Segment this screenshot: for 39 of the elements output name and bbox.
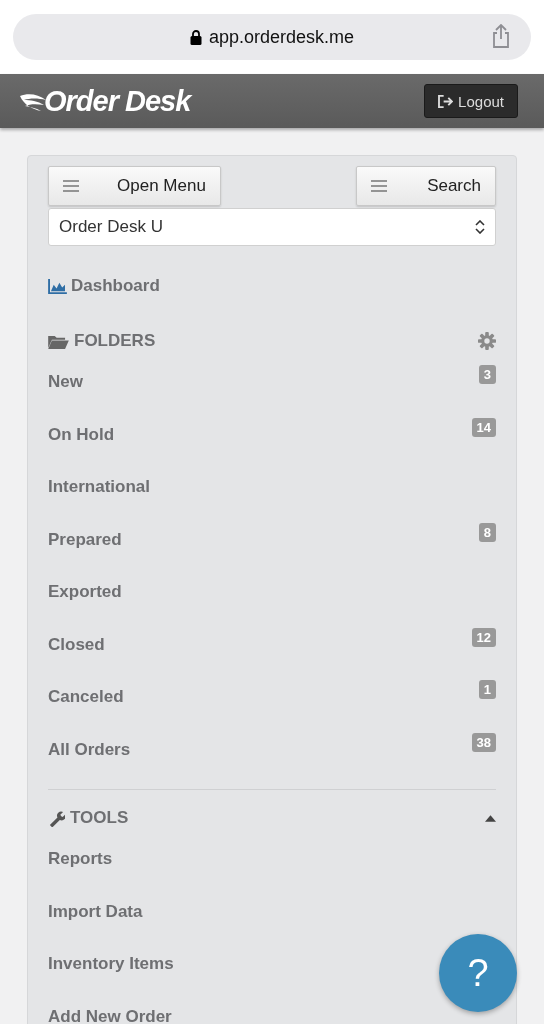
count-badge: 14 (471, 417, 496, 437)
search-button[interactable]: Search (356, 166, 496, 206)
tool-link[interactable]: Reports (48, 849, 113, 870)
wrench-icon (48, 809, 65, 827)
folder-link[interactable]: International (48, 477, 150, 498)
logout-button[interactable]: Logout (424, 84, 518, 118)
tool-link[interactable]: Add New Order (48, 1006, 172, 1024)
logo-text[interactable]: Order Desk (44, 84, 191, 118)
folder-link[interactable]: Prepared (48, 529, 122, 550)
section-title: TOOLS (70, 808, 129, 828)
count-badge: 1 (478, 680, 496, 699)
address-bar[interactable]: app.orderdesk.me (13, 14, 531, 60)
folder-icon (48, 333, 69, 349)
tool-link[interactable]: Inventory Items (48, 954, 174, 975)
folder-link[interactable]: Closed (48, 634, 105, 655)
chevron-updown-icon (475, 220, 485, 234)
folder-link[interactable]: New (48, 372, 83, 393)
share-icon[interactable] (491, 24, 511, 48)
folder-link[interactable]: Exported (48, 582, 122, 603)
area-chart-icon (48, 278, 67, 294)
caret-icon[interactable] (485, 814, 496, 822)
count-badge: 8 (478, 522, 496, 542)
section-title: FOLDERS (74, 331, 156, 351)
tool-link[interactable]: Import Data (48, 901, 143, 922)
settings-icon[interactable] (478, 332, 496, 350)
folder-link[interactable]: Canceled (48, 687, 124, 708)
store-select[interactable]: Order Desk U (48, 208, 496, 246)
url-text: app.orderdesk.me (208, 26, 355, 48)
folder-link[interactable]: On Hold (48, 424, 115, 445)
menu-icon (371, 180, 388, 192)
menu-icon (63, 180, 79, 192)
count-badge: 12 (471, 627, 496, 647)
count-badge: 3 (478, 365, 496, 384)
lock-icon (189, 29, 202, 45)
count-badge: 38 (471, 732, 496, 752)
folder-link[interactable]: All Orders (48, 739, 131, 760)
logout-icon (438, 94, 454, 108)
dashboard-link[interactable]: Dashboard (71, 276, 160, 296)
open-menu-button[interactable]: Open Menu (48, 166, 221, 206)
